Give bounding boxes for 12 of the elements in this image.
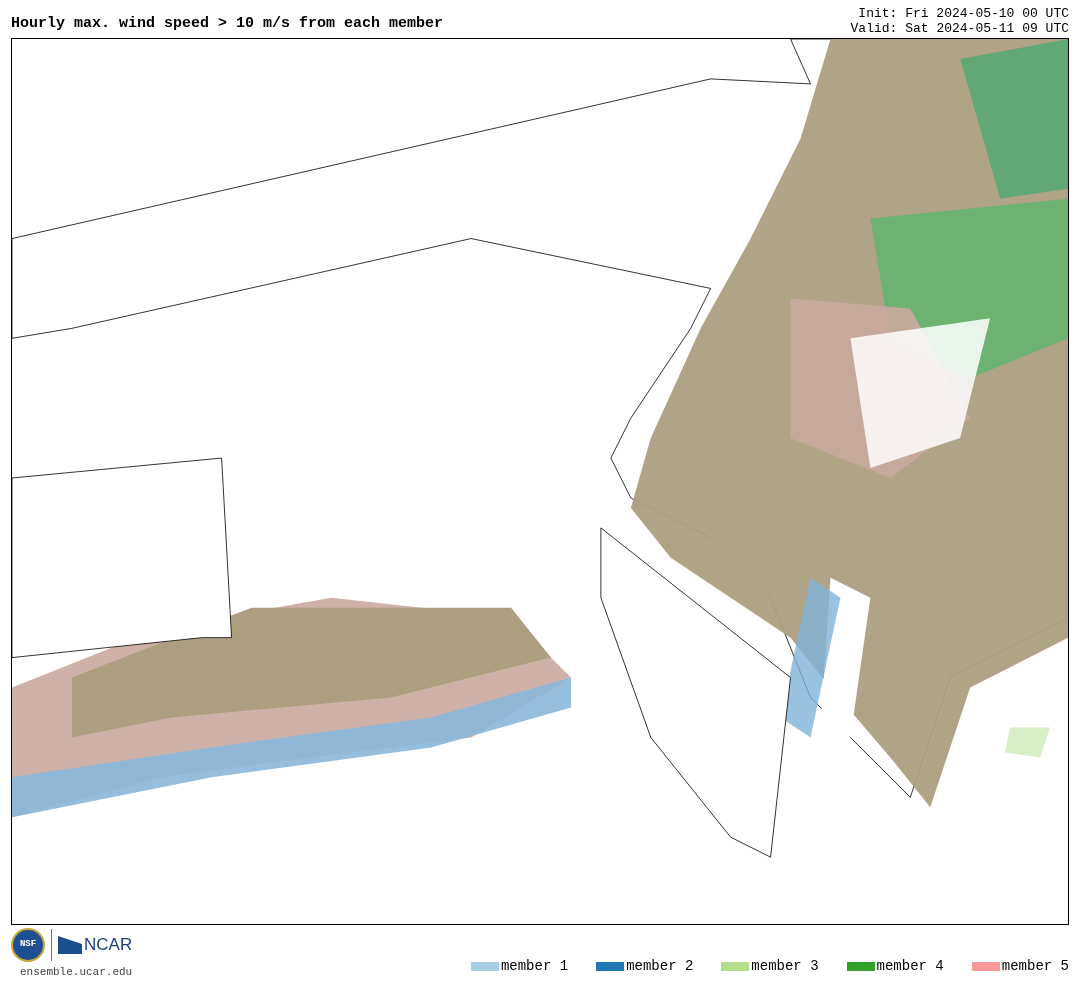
legend-label: member 3: [751, 956, 819, 976]
valid-time: Valid: Sat 2024-05-11 09 UTC: [850, 21, 1069, 36]
legend-label: member 4: [876, 956, 944, 976]
legend-label: member 2: [626, 956, 694, 976]
ncar-logo: NCAR: [84, 934, 133, 957]
ncar-flag-icon: [58, 936, 82, 954]
chart-title: Hourly max. wind speed > 10 m/s from each member: [11, 14, 444, 34]
nsf-logo: NSF: [11, 928, 45, 962]
legend-label: member 5: [1001, 956, 1069, 976]
init-time: Init: Fri 2024-05-10 00 UTC: [858, 6, 1069, 21]
legend-label: member 1: [500, 956, 569, 976]
website-link[interactable]: ensemble.ucar.edu: [20, 964, 133, 981]
